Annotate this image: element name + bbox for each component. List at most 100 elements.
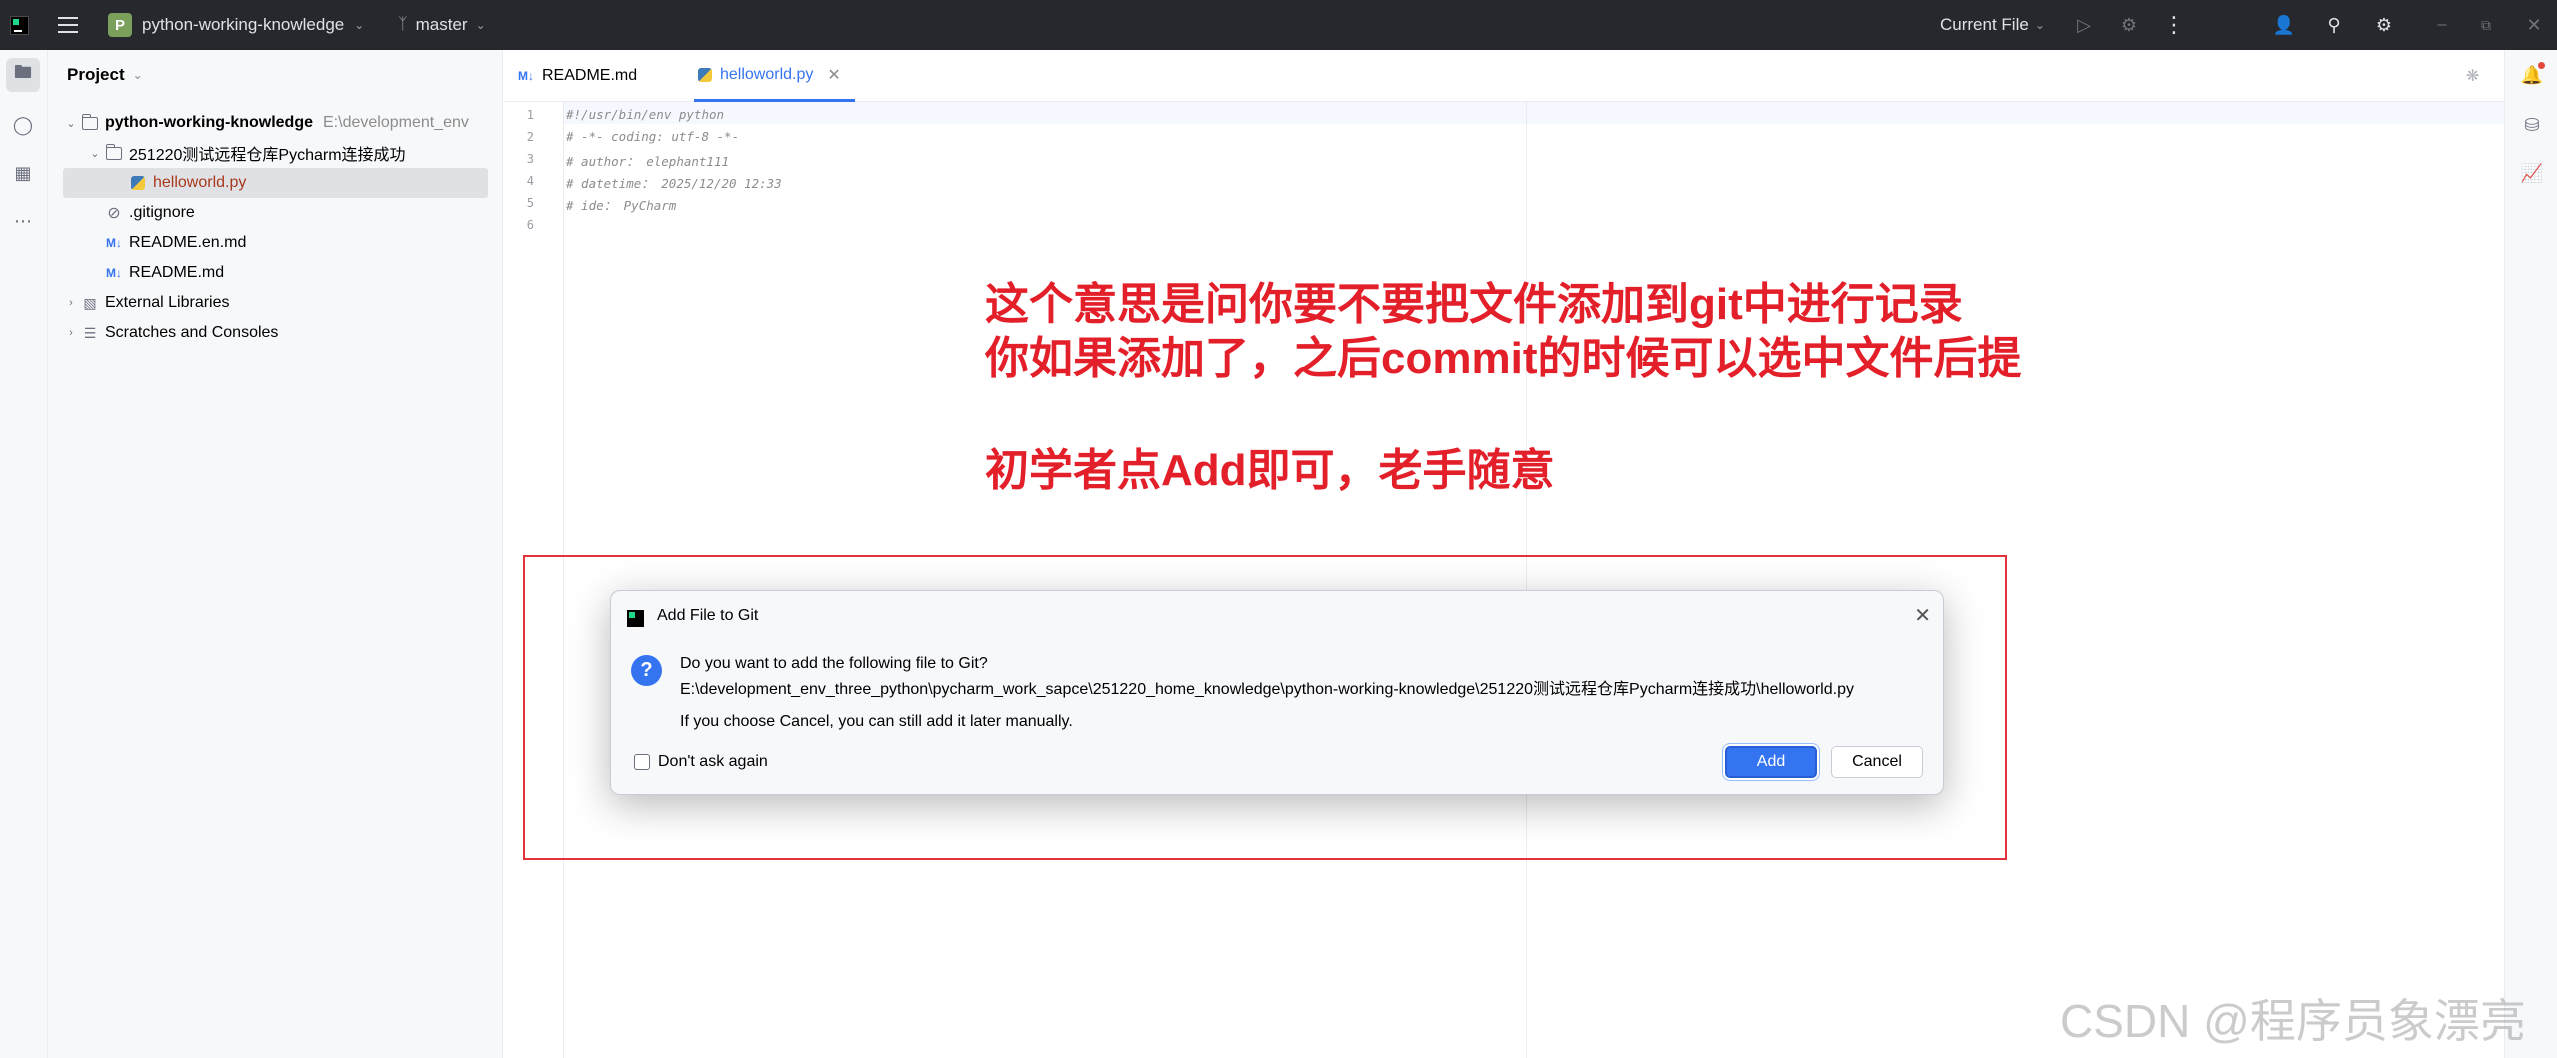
- tree-item-label: .gitignore: [129, 204, 195, 221]
- code-line[interactable]: # ide： PyCharm: [566, 195, 676, 214]
- markdown-icon: M↓: [518, 69, 534, 83]
- settings-icon[interactable]: ⚙: [2370, 0, 2398, 50]
- close-icon[interactable]: ✕: [2520, 0, 2548, 50]
- database-icon[interactable]: ⛁: [2517, 110, 2547, 140]
- add-button[interactable]: Add: [1725, 746, 1817, 778]
- commit-icon[interactable]: ◯: [6, 108, 40, 142]
- add-user-icon[interactable]: 👤: [2270, 0, 2298, 50]
- editor-tabs: M↓ README.md helloworld.py ✕: [504, 50, 2504, 102]
- markdown-icon: M↓: [106, 236, 122, 250]
- scratches-icon: ☰: [83, 324, 97, 341]
- close-icon[interactable]: ✕: [827, 65, 840, 85]
- tree-item-label: helloworld.py: [153, 174, 247, 191]
- tree-item-label: 251220测试远程仓库Pycharm连接成功: [129, 147, 406, 164]
- chevron-down-icon[interactable]: ⌄: [87, 147, 103, 160]
- add-file-to-git-dialog: Add File to Git ✕ ? Do you want to add t…: [610, 590, 1944, 795]
- line-number: 3: [526, 152, 534, 166]
- run-config-selector[interactable]: Current File ⌄: [1940, 0, 2045, 50]
- title-bar: P python-working-knowledge ⌄ ᛉ master ⌄ …: [0, 0, 2557, 50]
- tab-label: helloworld.py: [720, 65, 814, 83]
- annotation-line-2: 你如果添加了，之后commit的时候可以选中文件后提: [985, 334, 2022, 383]
- chart-icon[interactable]: 📈: [2517, 158, 2547, 188]
- right-tool-strip: 🔔 ⛁ 📈: [2504, 50, 2557, 1058]
- loading-spinner-icon: ❋: [2466, 68, 2480, 85]
- tree-item-readme[interactable]: M↓ README.md: [103, 258, 502, 288]
- chevron-down-icon[interactable]: ⌄: [63, 117, 79, 130]
- left-tool-strip: 🖿 ◯ ▦ ⋯: [0, 50, 48, 1058]
- project-selector[interactable]: P python-working-knowledge ⌄: [108, 0, 364, 50]
- tree-item-label: README.md: [129, 264, 225, 281]
- debug-icon[interactable]: ⚙: [2115, 0, 2143, 50]
- tree-item-label: README.en.md: [129, 234, 247, 251]
- tree-item-project-root[interactable]: ⌄ python-working-knowledge E:\developmen…: [63, 108, 502, 138]
- chevron-right-icon[interactable]: ›: [63, 297, 79, 309]
- tree-item-folder[interactable]: ⌄ 251220测试远程仓库Pycharm连接成功: [87, 138, 502, 168]
- more-icon[interactable]: ⋮: [2160, 0, 2188, 50]
- cancel-button[interactable]: Cancel: [1831, 746, 1923, 778]
- dialog-file-path: E:\development_env_three_python\pycharm_…: [680, 681, 1854, 698]
- chevron-down-icon: ⌄: [354, 18, 365, 32]
- folder-icon: [103, 143, 125, 160]
- hamburger-menu-icon[interactable]: [58, 0, 84, 50]
- branch-selector[interactable]: ᛉ master ⌄: [398, 0, 486, 50]
- search-icon[interactable]: ⚲: [2320, 0, 2348, 50]
- tab-readme[interactable]: M↓ README.md: [518, 50, 637, 102]
- project-panel-header[interactable]: Project ⌄: [67, 65, 143, 85]
- chevron-down-icon: ⌄: [2034, 18, 2045, 32]
- tree-item-label: External Libraries: [105, 294, 230, 311]
- dialog-title: Add File to Git: [657, 607, 759, 624]
- checkbox-box[interactable]: [634, 754, 650, 770]
- code-line[interactable]: #!/usr/bin/env python: [566, 107, 724, 122]
- markdown-icon: M↓: [106, 266, 122, 280]
- dialog-question: Do you want to add the following file to…: [680, 655, 988, 672]
- dont-ask-again-checkbox[interactable]: Don't ask again: [634, 753, 768, 771]
- code-line[interactable]: # author： elephant111: [566, 151, 729, 170]
- tree-item-helloworld[interactable]: helloworld.py: [63, 168, 488, 198]
- pycharm-logo-icon: [10, 0, 32, 50]
- minimize-icon[interactable]: –: [2428, 0, 2456, 50]
- chevron-right-icon[interactable]: ›: [63, 327, 79, 339]
- python-file-icon: [127, 176, 149, 190]
- tab-helloworld[interactable]: helloworld.py ✕: [694, 50, 855, 102]
- chevron-down-icon: ⌄: [475, 18, 486, 32]
- project-panel: Project ⌄ ⌄ python-working-knowledge E:\…: [48, 50, 503, 1058]
- project-badge: P: [108, 13, 132, 37]
- pycharm-logo-icon: [627, 610, 644, 627]
- tree-item-gitignore[interactable]: ⊘ .gitignore: [103, 198, 502, 228]
- library-icon: ▧: [83, 294, 97, 311]
- project-panel-title: Project: [67, 65, 125, 84]
- tree-item-label: Scratches and Consoles: [105, 324, 279, 341]
- tree-item-path-hint: E:\development_env: [323, 114, 469, 131]
- restore-icon[interactable]: ⧉: [2472, 0, 2500, 50]
- current-line-highlight: [564, 102, 2504, 124]
- project-name: python-working-knowledge: [142, 15, 345, 34]
- ignore-icon: ⊘: [107, 205, 121, 222]
- checkbox-label: Don't ask again: [658, 753, 768, 770]
- tree-item-readme-en[interactable]: M↓ README.en.md: [103, 228, 502, 258]
- line-number: 5: [526, 196, 534, 210]
- annotation-line-3: 初学者点Add即可，老手随意: [985, 446, 1555, 495]
- line-number: 6: [526, 218, 534, 232]
- branch-icon: ᛉ: [398, 16, 408, 33]
- line-number: 1: [526, 108, 534, 122]
- close-icon[interactable]: ✕: [1914, 603, 1931, 628]
- run-icon[interactable]: ▷: [2070, 0, 2098, 50]
- notifications-icon[interactable]: 🔔: [2517, 60, 2547, 90]
- code-line[interactable]: # datetime： 2025/12/20 12:33: [566, 173, 782, 192]
- watermark: CSDN @程序员象漂亮: [2060, 995, 2526, 1047]
- structure-icon[interactable]: ▦: [6, 156, 40, 190]
- folder-icon: [79, 113, 101, 130]
- tree-item-external-libraries[interactable]: › ▧ External Libraries: [63, 288, 502, 318]
- tree-item-scratches[interactable]: › ☰ Scratches and Consoles: [63, 318, 502, 348]
- more-tools-icon[interactable]: ⋯: [6, 204, 40, 238]
- line-number: 2: [526, 130, 534, 144]
- tab-label: README.md: [542, 67, 638, 84]
- chevron-down-icon: ⌄: [132, 68, 143, 82]
- folder-icon[interactable]: 🖿: [6, 58, 40, 92]
- code-line[interactable]: # -*- coding: utf-8 -*-: [566, 129, 739, 144]
- tree-item-label: python-working-knowledge: [105, 114, 313, 131]
- branch-name: master: [415, 15, 468, 34]
- question-icon: ?: [631, 655, 662, 686]
- line-number: 4: [526, 174, 534, 188]
- python-file-icon: [698, 67, 712, 82]
